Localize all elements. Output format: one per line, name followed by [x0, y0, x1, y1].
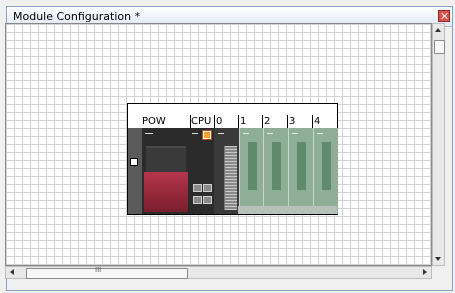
- vertical-scrollbar[interactable]: [432, 23, 445, 266]
- power-module-front: [144, 172, 188, 212]
- module-status-icon: [317, 133, 323, 134]
- arrow-right-icon[interactable]: [423, 269, 427, 275]
- slot-label-1: 1: [240, 116, 247, 127]
- module-slot-icon: [248, 142, 257, 190]
- window-title: Module Configuration *: [13, 10, 141, 23]
- module-status-icon: [192, 133, 198, 134]
- terminal-block-icon: [224, 146, 237, 210]
- base-left-end: [128, 128, 142, 214]
- slot-label-3: 3: [289, 116, 296, 127]
- slot-label-0: 0: [216, 116, 223, 127]
- vertical-scroll-thumb[interactable]: [434, 40, 445, 54]
- base-unit[interactable]: POW CPU 0 1 2 3 4: [127, 103, 338, 215]
- module-status-icon: [218, 133, 224, 134]
- horizontal-scroll-thumb[interactable]: III: [26, 266, 188, 279]
- io-module-slot-1[interactable]: [239, 128, 264, 214]
- cpu-port-icon: [203, 196, 212, 204]
- power-module-cover: [146, 146, 186, 172]
- cpu-module[interactable]: [190, 128, 214, 214]
- slot-label-cpu: CPU: [191, 116, 212, 127]
- close-icon[interactable]: [438, 10, 450, 22]
- arrow-down-icon[interactable]: [435, 257, 441, 261]
- slot-separator: [287, 115, 288, 128]
- io-module-slot-2[interactable]: [263, 128, 289, 214]
- io-module-slot-0[interactable]: [214, 128, 239, 214]
- scrollbar-corner: [432, 266, 445, 279]
- grip-icon: III: [95, 266, 102, 274]
- slot-separator: [214, 115, 215, 128]
- slot-label-4: 4: [314, 116, 321, 127]
- module-slot-icon: [297, 142, 306, 190]
- slot-label-2: 2: [264, 116, 271, 127]
- cpu-led-icon: [202, 130, 212, 140]
- slot-separator: [312, 115, 313, 128]
- module-status-icon: [145, 133, 153, 134]
- module-slot-icon: [272, 142, 281, 190]
- io-module-slot-4[interactable]: [313, 128, 338, 214]
- arrow-up-icon[interactable]: [435, 28, 441, 32]
- module-status-icon: [267, 133, 273, 134]
- horizontal-scrollbar[interactable]: III: [5, 266, 432, 279]
- module-slot-icon: [322, 142, 331, 190]
- cpu-port-icon: [193, 184, 202, 192]
- cpu-port-icon: [193, 196, 202, 204]
- arrow-left-icon[interactable]: [10, 269, 14, 275]
- cpu-port-icon: [203, 184, 212, 192]
- power-module[interactable]: [142, 128, 190, 214]
- configuration-canvas[interactable]: POW CPU 0 1 2 3 4: [5, 23, 432, 266]
- module-status-icon: [292, 133, 298, 134]
- slot-label-pow: POW: [142, 116, 166, 127]
- io-module-slot-3[interactable]: [288, 128, 314, 214]
- slot-separator: [262, 115, 263, 128]
- base-bottom-rail: [238, 206, 337, 214]
- base-indicator-icon: [130, 158, 138, 166]
- slot-separator: [238, 115, 239, 128]
- module-status-icon: [243, 133, 249, 134]
